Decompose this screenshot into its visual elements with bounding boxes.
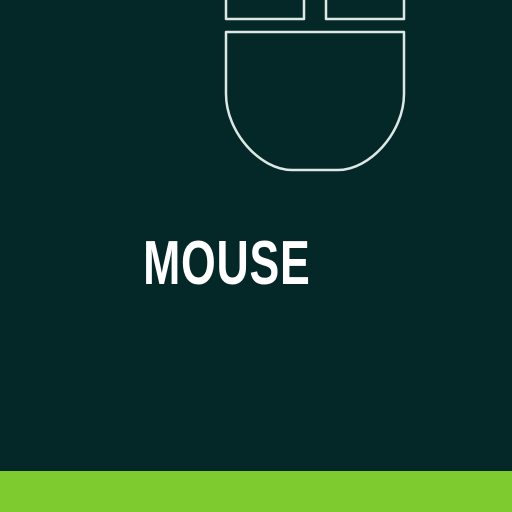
- right-button-shape: [324, 0, 406, 21]
- mouse-label: MOUSE: [143, 229, 311, 298]
- left-button-shape: [224, 0, 306, 21]
- computer-mouse-icon: [224, 0, 406, 172]
- mouse-tile: MOUSE: [0, 0, 512, 512]
- accent-bar: [0, 471, 512, 512]
- mouse-body-shape: [224, 30, 406, 172]
